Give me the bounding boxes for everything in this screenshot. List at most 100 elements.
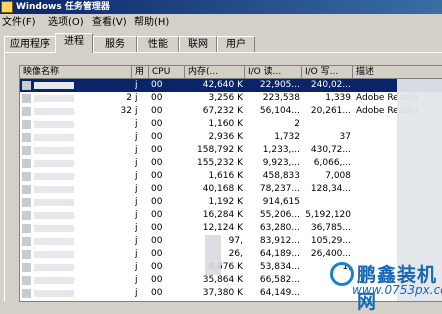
- table-row[interactable]: j 00 40,168 K 78,237... 128,34...: [20, 183, 442, 196]
- cell-user: j: [135, 80, 138, 90]
- process-icon: [22, 185, 31, 194]
- column-header-io-read[interactable]: I/O 读...: [245, 66, 302, 79]
- cell-cpu: 00: [151, 184, 163, 194]
- cell-name: [90, 183, 132, 196]
- column-header-user[interactable]: 用: [132, 66, 149, 79]
- process-icon: [22, 107, 31, 116]
- redacted-area: [34, 95, 74, 102]
- redacted-area: [34, 264, 74, 271]
- window-title: Windows 任务管理器: [16, 2, 110, 12]
- column-header-cpu[interactable]: CPU: [149, 66, 185, 79]
- cell-io-write: 37: [339, 132, 351, 142]
- title-bar[interactable]: Windows 任务管理器: [0, 0, 442, 14]
- column-header-description[interactable]: 描述: [353, 66, 442, 79]
- cell-io-read: 9,923,...: [262, 158, 300, 168]
- cell-name: [90, 235, 132, 248]
- cell-cpu: 00: [151, 249, 163, 259]
- cell-cpu: 00: [151, 262, 163, 272]
- cell-name: 2: [126, 93, 132, 103]
- cell-user: j: [135, 132, 138, 142]
- cell-io-write: [302, 118, 351, 131]
- redacted-area: [34, 199, 74, 206]
- cell-io-write: 26,400...: [310, 249, 351, 259]
- cell-name: [90, 274, 132, 287]
- column-header-image-name[interactable]: 映像名称: [20, 66, 132, 79]
- cell-name: [90, 287, 132, 300]
- column-header-memory[interactable]: 内存(...: [185, 66, 245, 79]
- cell-cpu: 00: [151, 132, 163, 142]
- process-icon: [22, 211, 31, 220]
- table-row[interactable]: 32 j 00 67,232 K 56,104... 20,261... Adobe Rea…: [20, 105, 442, 118]
- tab-services[interactable]: 服务: [93, 36, 137, 52]
- column-header-io-write[interactable]: I/O 写...: [302, 66, 353, 79]
- cell-io-write: 20,261...: [310, 106, 351, 116]
- process-icon: [22, 276, 31, 285]
- table-row[interactable]: j 00 1,192 K 914,615: [20, 196, 442, 209]
- menu-view[interactable]: 查看(V): [92, 16, 127, 29]
- cell-io-write: 240,02...: [310, 80, 351, 90]
- cell-user: j: [135, 223, 138, 233]
- cell-user: j: [135, 210, 138, 220]
- process-icon: [22, 81, 31, 90]
- cell-cpu: 00: [151, 171, 163, 181]
- table-row[interactable]: j 00 97, 83,912... 105,29...: [20, 235, 442, 248]
- table-row[interactable]: j 00 16,284 K 55,206... 5,192,120: [20, 209, 442, 222]
- redacted-area: [34, 186, 74, 193]
- table-row[interactable]: j 00 12,124 K 63,280... 36,785...: [20, 222, 442, 235]
- cell-io-read: 63,280...: [259, 223, 300, 233]
- cell-cpu: 00: [151, 158, 163, 168]
- cell-io-read: 56,104...: [259, 106, 300, 116]
- redacted-area: [34, 160, 74, 167]
- table-row[interactable]: 2 j 00 3,256 K 223,538 1,339 Adobe Reader: [20, 92, 442, 105]
- cell-user: j: [135, 106, 138, 116]
- table-row[interactable]: j 00 155,232 K 9,923,... 6,066,...: [20, 157, 442, 170]
- cell-mem: 158,792 K: [197, 145, 243, 155]
- process-icon: [22, 198, 31, 207]
- redacted-area: [34, 108, 74, 115]
- cell-mem: 16,284 K: [202, 210, 243, 220]
- menu-options[interactable]: 选项(O): [48, 16, 84, 29]
- cell-io-write: [302, 287, 351, 300]
- cell-mem: 12,124 K: [202, 223, 243, 233]
- cell-io-read: 1,732: [274, 132, 300, 142]
- menu-help[interactable]: 帮助(H): [134, 16, 169, 29]
- cell-user: j: [135, 171, 138, 181]
- menu-bar: 文件(F) 选项(O) 查看(V) 帮助(H): [0, 14, 442, 31]
- cell-cpu: 00: [151, 119, 163, 129]
- cell-io-read: 2: [294, 119, 300, 129]
- tab-users[interactable]: 用户: [217, 36, 255, 52]
- tab-performance[interactable]: 性能: [137, 36, 179, 52]
- redacted-area: [205, 235, 221, 275]
- cell-io-write: 128,34...: [310, 184, 351, 194]
- cell-name: [90, 222, 132, 235]
- cell-io-read: 1,233,...: [262, 145, 300, 155]
- table-row[interactable]: j 00 158,792 K 1,233,... 430,72...: [20, 144, 442, 157]
- cell-cpu: 00: [151, 275, 163, 285]
- cell-cpu: 00: [151, 236, 163, 246]
- cell-user: j: [135, 275, 138, 285]
- process-icon: [22, 250, 31, 259]
- tab-processes[interactable]: 进程: [55, 33, 93, 53]
- cell-name: [90, 118, 132, 131]
- cell-mem: 1,192 K: [208, 197, 243, 207]
- cell-mem: 1,616 K: [208, 171, 243, 181]
- menu-file[interactable]: 文件(F): [2, 16, 36, 29]
- table-row[interactable]: j 00 1,160 K 2: [20, 118, 442, 131]
- cell-mem: 2,936 K: [208, 132, 243, 142]
- cell-mem: 155,232 K: [197, 158, 243, 168]
- table-row[interactable]: j 00 1,616 K 458,833 7,008: [20, 170, 442, 183]
- cell-user: j: [135, 145, 138, 155]
- redacted-area: [34, 82, 74, 89]
- tab-applications[interactable]: 应用程序: [4, 36, 56, 52]
- watermark-url: www.0753px.com: [352, 283, 442, 297]
- cell-user: j: [135, 262, 138, 272]
- tab-networking[interactable]: 联网: [179, 36, 217, 52]
- table-row[interactable]: j 00 2,936 K 1,732 37: [20, 131, 442, 144]
- table-row[interactable]: j 00 42,640 K 22,905... 240,02...: [20, 79, 442, 92]
- cell-io-read: 914,615: [262, 197, 300, 207]
- cell-name: [90, 248, 132, 261]
- task-manager-icon: [1, 1, 13, 13]
- redacted-area: [34, 134, 74, 141]
- cell-user: j: [135, 184, 138, 194]
- cell-user: j: [135, 93, 138, 103]
